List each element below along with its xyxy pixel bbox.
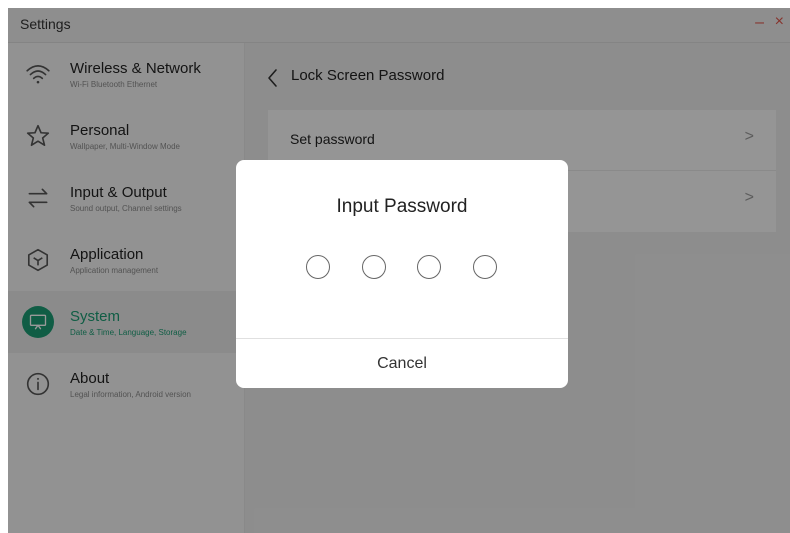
password-dialog: Input Password Cancel (236, 160, 568, 388)
dialog-title: Input Password (336, 196, 468, 217)
pin-dot (306, 255, 330, 279)
settings-window: Settings – × Wireless & Network Wi-Fi Bl… (8, 8, 790, 533)
pin-dot (473, 255, 497, 279)
pin-dot (362, 255, 386, 279)
cancel-button[interactable]: Cancel (236, 339, 568, 388)
pin-dot (417, 255, 441, 279)
pin-input[interactable] (306, 255, 498, 283)
